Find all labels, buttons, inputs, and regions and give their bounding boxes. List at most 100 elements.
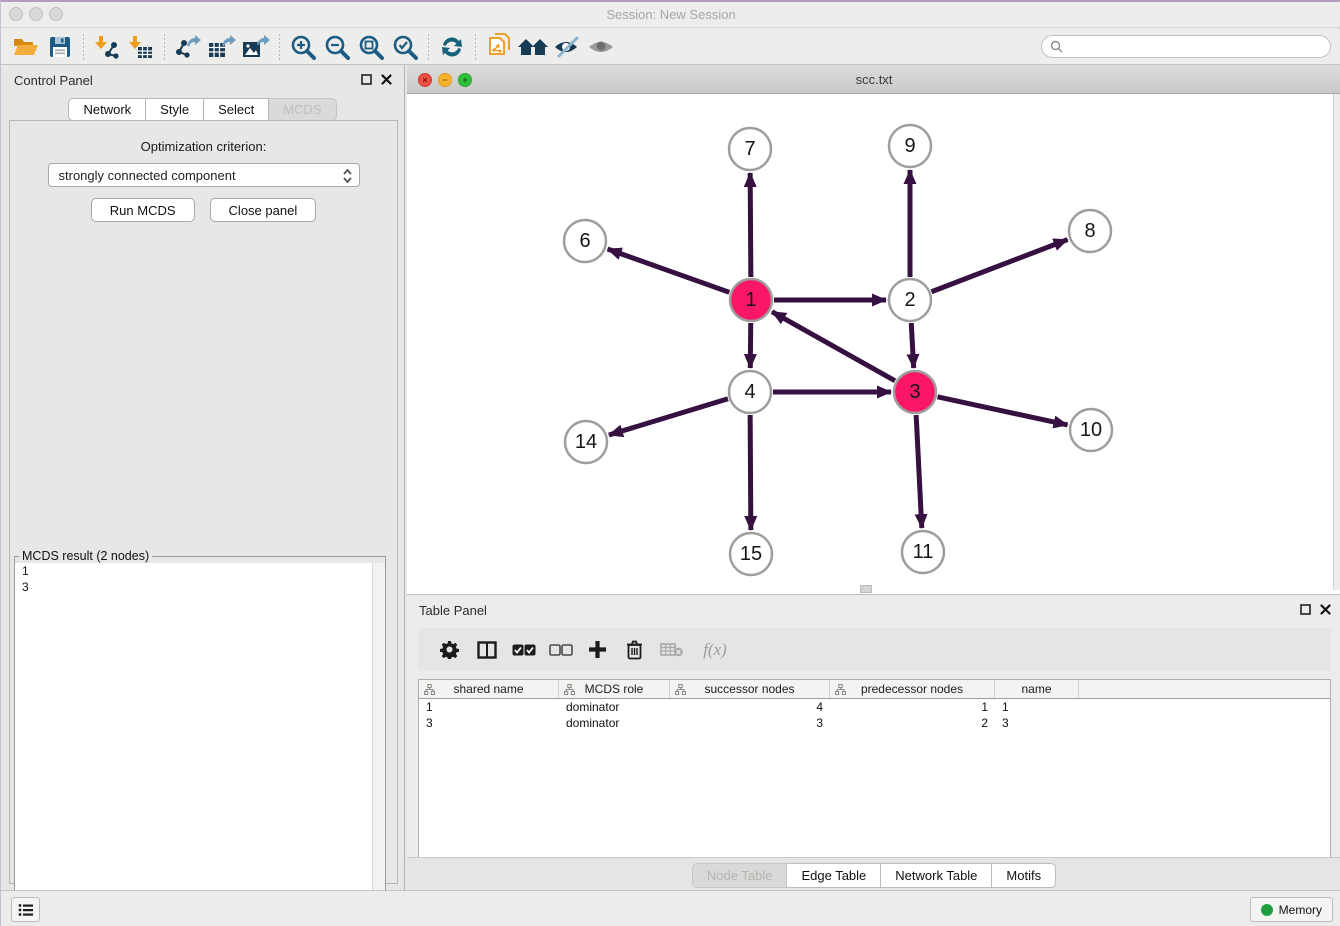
column-header-name[interactable]: name [995, 680, 1079, 698]
graph-node-label: 8 [1084, 220, 1095, 242]
open-folder-icon [13, 36, 39, 58]
table-cell: 4 [670, 699, 830, 715]
hide-selected-button[interactable] [550, 32, 584, 62]
checked-boxes-icon [512, 644, 536, 656]
column-header-successor-nodes[interactable]: successor nodes [670, 680, 830, 698]
delete-column-button[interactable] [616, 633, 653, 667]
network-resize-handle[interactable] [860, 585, 872, 593]
optimization-criterion-dropdown[interactable]: strongly connected component [48, 163, 360, 187]
run-mcds-button[interactable]: Run MCDS [91, 198, 195, 222]
zoom-out-button[interactable] [320, 32, 354, 62]
tab-select[interactable]: Select [204, 98, 269, 121]
column-header-label: name [1021, 682, 1051, 696]
close-panel-icon[interactable] [1320, 604, 1331, 615]
close-panel-button[interactable]: Close panel [210, 198, 317, 222]
mcds-result-title: MCDS result (2 nodes) [19, 549, 152, 563]
graph-edge-2-3[interactable] [911, 323, 913, 368]
mcds-result-line: 1 [15, 563, 385, 579]
network-vertical-scrollbar[interactable] [1333, 94, 1340, 590]
table-settings-button[interactable] [431, 633, 468, 667]
tab-node-table[interactable]: Node Table [692, 863, 788, 888]
graph-edge-2-8[interactable] [931, 240, 1067, 292]
search-input[interactable] [1068, 40, 1322, 54]
tab-motifs[interactable]: Motifs [992, 863, 1056, 888]
toolbar-separator [164, 34, 165, 60]
refresh-button[interactable] [435, 32, 469, 62]
graph-edge-1-7[interactable] [750, 173, 751, 277]
tab-network-table[interactable]: Network Table [881, 863, 992, 888]
result-scrollbar[interactable] [372, 563, 385, 926]
node-table: shared name MCDS role successor nodes prede… [418, 679, 1331, 858]
graph-edge-4-14[interactable] [609, 399, 728, 435]
graph-node-label: 1 [745, 289, 756, 311]
column-header-label: shared name [453, 682, 523, 696]
zoom-in-button[interactable] [286, 32, 320, 62]
graph-edge-3-11[interactable] [916, 415, 922, 528]
table-cell: 2 [830, 715, 995, 731]
table-cell: 1 [995, 699, 1079, 715]
export-network-icon [175, 35, 201, 59]
window-title: Session: New Session [1, 7, 1340, 22]
trash-icon [626, 640, 643, 660]
zoom-selected-button[interactable] [388, 32, 422, 62]
export-network-button[interactable] [171, 32, 205, 62]
graph-node-label: 9 [904, 135, 915, 157]
float-panel-icon[interactable] [1300, 604, 1311, 615]
graph-edge-3-1[interactable] [772, 312, 895, 381]
export-image-button[interactable] [239, 32, 273, 62]
save-session-button[interactable] [43, 32, 77, 62]
import-table-button[interactable] [124, 32, 158, 62]
import-network-button[interactable] [90, 32, 124, 62]
column-header-shared-name[interactable]: shared name [419, 680, 559, 698]
tab-style[interactable]: Style [146, 98, 204, 121]
table-row[interactable]: 1dominator411 [419, 699, 1330, 715]
export-table-button[interactable] [205, 32, 239, 62]
status-bar: Memory [1, 890, 1340, 926]
attribute-icon [564, 684, 575, 695]
network-graph: 7968124314101511 [407, 94, 1340, 594]
column-header-MCDS-role[interactable]: MCDS role [559, 680, 670, 698]
table-row[interactable]: 3dominator323 [419, 715, 1330, 731]
delete-table-button[interactable] [653, 633, 690, 667]
column-header-predecessor-nodes[interactable]: predecessor nodes [830, 680, 995, 698]
column-header-label: predecessor nodes [861, 682, 963, 696]
deselect-all-button[interactable] [542, 633, 579, 667]
control-panel-title: Control Panel [14, 73, 93, 88]
home-button[interactable] [516, 32, 550, 62]
copy-network-view-button[interactable] [482, 32, 516, 62]
window-titlebar: Session: New Session [1, 2, 1340, 28]
tab-network[interactable]: Network [68, 98, 146, 121]
toolbar-separator [279, 34, 280, 60]
mcds-result-line: 3 [15, 579, 385, 595]
network-canvas[interactable]: 7968124314101511 [407, 94, 1340, 594]
show-all-button[interactable] [584, 32, 618, 62]
unchecked-boxes-icon [549, 644, 573, 656]
open-session-button[interactable] [9, 32, 43, 62]
network-window-titlebar[interactable]: × − + scc.txt [407, 65, 1340, 94]
memory-button[interactable]: Memory [1250, 897, 1333, 922]
column-header-label: successor nodes [704, 682, 794, 696]
attribute-icon [424, 684, 435, 695]
graph-edge-3-10[interactable] [937, 397, 1067, 425]
toolbar-separator [475, 34, 476, 60]
graph-edge-1-6[interactable] [608, 249, 730, 292]
control-panel-tabs: NetworkStyleSelectMCDS [1, 98, 404, 121]
zoom-fit-button[interactable] [354, 32, 388, 62]
tab-mcds[interactable]: MCDS [269, 98, 336, 121]
control-panel: Control Panel NetworkStyleSelectMCDS Opt… [1, 65, 405, 892]
fx-icon: f(x) [703, 640, 727, 660]
select-all-button[interactable] [505, 633, 542, 667]
close-panel-icon[interactable] [381, 74, 392, 85]
eye-icon [587, 37, 615, 57]
task-history-button[interactable] [11, 897, 40, 922]
mcds-result-box: MCDS result (2 nodes) 13 [14, 549, 386, 926]
tab-edge-table[interactable]: Edge Table [787, 863, 881, 888]
plus-icon [588, 640, 607, 659]
column-view-button[interactable] [468, 633, 505, 667]
float-panel-icon[interactable] [361, 74, 372, 85]
network-view-window: × − + scc.txt 7968124314101511 [407, 65, 1340, 594]
function-builder-button[interactable]: f(x) [690, 633, 740, 667]
add-column-button[interactable] [579, 633, 616, 667]
graph-edge-4-15[interactable] [750, 415, 751, 530]
gear-icon [440, 640, 459, 659]
